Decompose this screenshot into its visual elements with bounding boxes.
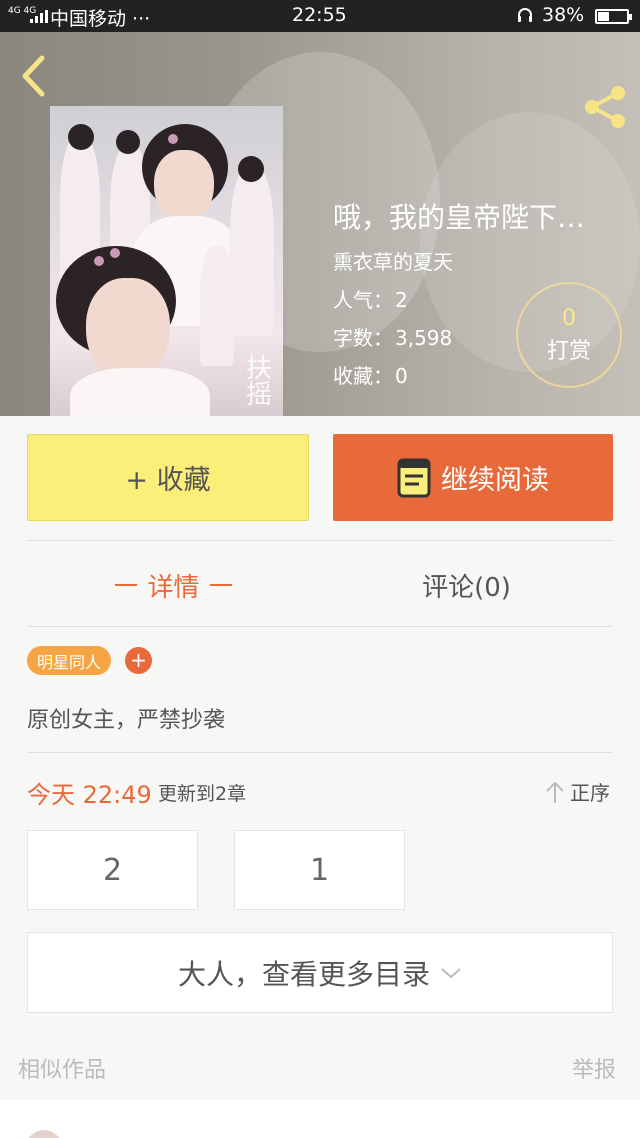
carrier-name: 中国移动 ···: [50, 8, 151, 30]
book-header: 扶摇 哦，我的皇帝陛下… 熏衣草的夏天 人气： 2 字数： 3,598 收藏： 0 0…: [0, 32, 640, 416]
divider: [27, 626, 613, 627]
continue-reading-label: 继续阅读: [441, 465, 549, 496]
reward-button[interactable]: 0 打赏: [516, 282, 622, 388]
stat-word-count: 字数： 3,598: [333, 326, 453, 350]
update-time: 今天 22:49: [27, 781, 152, 809]
more-catalog-button[interactable]: 大人，查看更多目录: [27, 932, 613, 1013]
continue-reading-button[interactable]: 继续阅读: [333, 434, 613, 521]
tab-comments[interactable]: 评论(0): [320, 560, 613, 610]
status-bar: 4G 4G 中国移动 ··· 22:55 38%: [0, 0, 640, 32]
divider: [27, 540, 613, 541]
similar-works-list: [0, 1100, 640, 1138]
update-status: 更新到2章: [158, 783, 247, 805]
chevron-left-icon[interactable]: [16, 54, 52, 98]
sort-button[interactable]: 正序: [544, 777, 610, 806]
book-icon: [397, 458, 431, 497]
book-title: 哦，我的皇帝陛下…: [333, 201, 586, 234]
similar-works-heading: 相似作品: [18, 1058, 107, 1083]
chapter-item[interactable]: 1: [234, 830, 405, 910]
battery-icon: [595, 9, 632, 24]
divider: [27, 752, 613, 753]
tab-detail[interactable]: 详情: [27, 560, 320, 610]
stat-popularity: 人气： 2: [333, 288, 408, 312]
stat-favorites: 收藏： 0: [333, 364, 408, 388]
sort-label: 正序: [570, 781, 610, 805]
reward-count: 0: [562, 306, 576, 331]
category-tag[interactable]: 明星同人: [27, 646, 112, 675]
more-catalog-label: 大人，查看更多目录: [177, 957, 430, 991]
add-tag-button[interactable]: +: [125, 647, 152, 674]
add-favorite-button[interactable]: + 收藏: [27, 434, 309, 521]
arrow-up-icon: [546, 781, 564, 803]
battery-percent: 38%: [542, 4, 585, 26]
cover-stamp-logo: 扶摇: [245, 354, 272, 410]
book-author: 熏衣草的夏天: [333, 250, 453, 274]
book-description: 原创女主，严禁抄袭: [27, 708, 226, 733]
clock: 22:55: [292, 4, 347, 26]
report-link[interactable]: 举报: [572, 1052, 616, 1084]
chevron-down-icon: [441, 967, 461, 978]
book-cover[interactable]: 扶摇: [50, 106, 283, 416]
share-icon[interactable]: [580, 82, 630, 132]
reward-label: 打赏: [546, 339, 591, 364]
signal-icon: [30, 9, 48, 23]
headset-icon: [518, 8, 532, 22]
chapter-item[interactable]: 2: [27, 830, 198, 910]
